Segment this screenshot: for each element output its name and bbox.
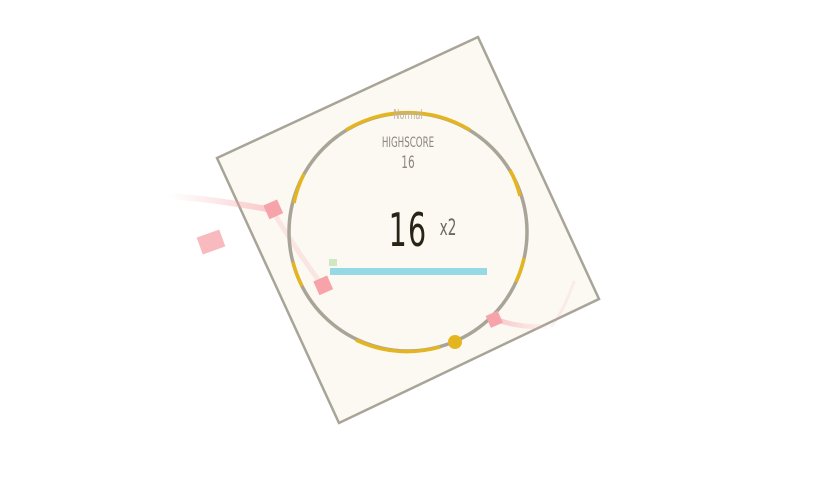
game-mode-label: Normal	[393, 108, 423, 123]
highscore-label: HIGHSCORE	[381, 135, 435, 151]
enemy-square-icon	[196, 229, 226, 255]
game-stage[interactable]: Normal HIGHSCORE 16 16 x2	[0, 0, 815, 481]
timer-bar	[330, 268, 487, 275]
highscore-value: 16	[401, 153, 415, 173]
player-dot-icon[interactable]	[448, 335, 462, 349]
pickup-square-icon	[329, 259, 337, 266]
score-multiplier: x2	[439, 216, 457, 241]
